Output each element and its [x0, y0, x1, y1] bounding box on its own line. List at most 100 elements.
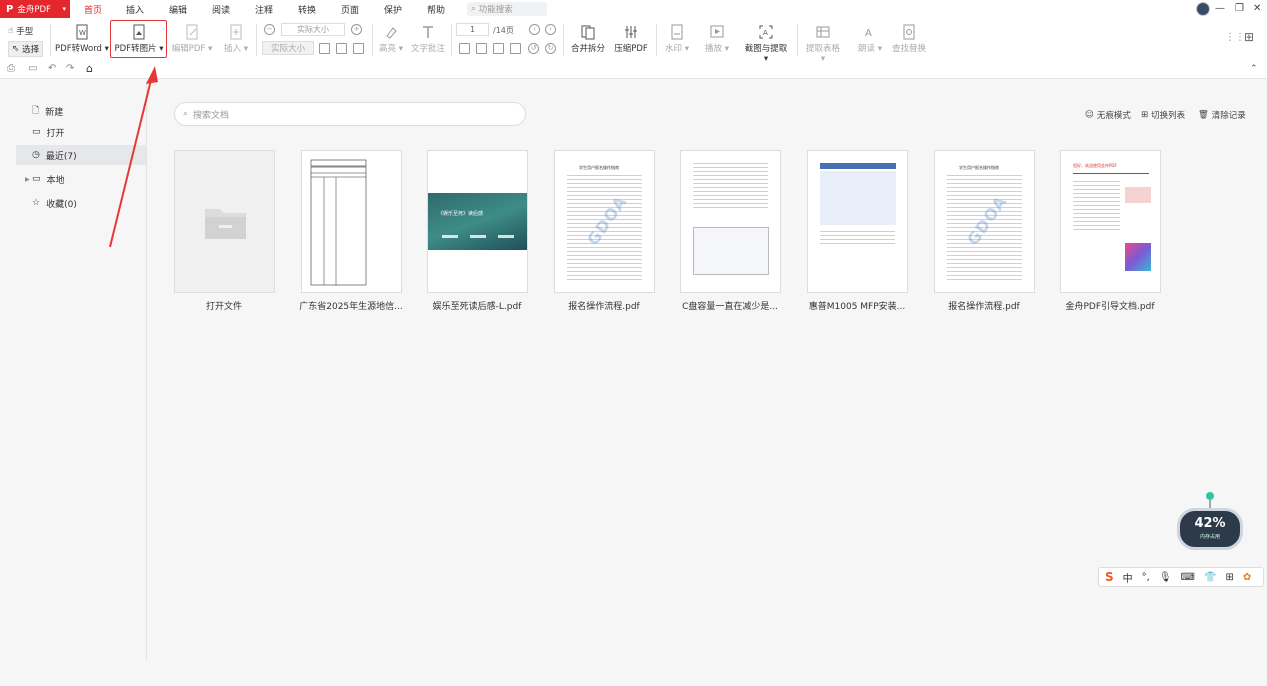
clear-history-button[interactable]: 🗑 清除记录 [1198, 109, 1246, 121]
save-icon[interactable]: ▭ [28, 63, 37, 74]
keyboard-icon[interactable]: ⌨ [1181, 572, 1195, 583]
highlight-label: 高亮 [379, 44, 397, 54]
play-button[interactable]: 播放 ▾ [703, 24, 731, 54]
memory-percent: 42% [1194, 516, 1226, 531]
menu-protect[interactable]: 保护 [384, 3, 402, 16]
microphone-icon[interactable]: 🎙 [1159, 572, 1172, 583]
image-thumbnail [1125, 187, 1151, 203]
continuous-view-icon[interactable] [510, 43, 521, 54]
sidebar-item-open[interactable]: ▭ 打开 [16, 122, 146, 142]
doc-lines-thumbnail [1073, 181, 1120, 280]
screenshot-icon: A [759, 25, 773, 39]
redo-icon[interactable]: ↷ [66, 63, 74, 74]
file-card[interactable]: 学生用户报名操作指南 GDOA [554, 150, 655, 293]
single-page-icon[interactable] [459, 43, 470, 54]
sidebar-item-new[interactable]: 🗋 新建 [16, 101, 146, 121]
ime-language[interactable]: 中 [1123, 570, 1133, 585]
cover-title: 《娱乐至死》读后感 [438, 211, 484, 217]
skin-icon[interactable]: 👕 [1204, 572, 1216, 583]
file-card[interactable] [807, 150, 908, 293]
header-bar [820, 163, 896, 169]
find-replace-button[interactable]: 查找替换 [891, 24, 927, 54]
rotate-left-icon[interactable]: ↺ [528, 43, 539, 54]
highlight-button[interactable]: 高亮 ▾ [378, 24, 404, 54]
app-menu-button[interactable]: P 金舟PDF ▾ [0, 0, 70, 18]
insert-button[interactable]: 插入 ▾ [222, 24, 250, 54]
read-aloud-button[interactable]: A 朗读 ▾ [856, 24, 884, 54]
sidebar-item-recent[interactable]: ◷ 最近(7) [16, 145, 146, 165]
ime-toolbar[interactable]: S 中 °, 🎙 ⌨ 👕 ⊞ ✿ [1098, 567, 1264, 587]
zoom-out-icon[interactable]: − [264, 24, 275, 35]
seamless-mode-button[interactable]: ☺ 无痕模式 [1085, 109, 1131, 121]
avatar[interactable] [1196, 2, 1210, 16]
text-icon [423, 26, 433, 38]
rotate-right-icon[interactable]: ↻ [545, 43, 556, 54]
text-annotation-button[interactable]: 文字批注 [409, 24, 447, 54]
restore-icon[interactable]: ❐ [1235, 3, 1244, 14]
compress-pdf-button[interactable]: 压缩PDF [612, 24, 650, 54]
search-input[interactable]: ⌕ 搜索文档 [174, 102, 526, 126]
sidebar-item-favorites[interactable]: ☆ 收藏(0) [16, 193, 146, 213]
screenshot-extract-button[interactable]: A 截图与提取 ▾ [742, 24, 790, 64]
toolbox-icon[interactable]: ⊞ [1225, 572, 1233, 583]
menu-edit[interactable]: 编辑 [169, 3, 187, 16]
pdf-to-word-button[interactable]: W PDF转Word ▾ [55, 24, 109, 54]
zoom-select[interactable]: 实际大小 [281, 23, 345, 36]
menu-help[interactable]: 帮助 [427, 3, 445, 16]
page-number-input[interactable]: 1 [456, 23, 489, 36]
file-card[interactable] [301, 150, 402, 293]
new-file-icon: 🗋 [32, 106, 40, 116]
star-icon: ☆ [32, 198, 41, 208]
select-label: 选择 [22, 45, 40, 55]
watermark-button[interactable]: 水印 ▾ [663, 24, 691, 54]
extract-table-button[interactable]: 提取表格 ▾ [804, 24, 842, 64]
app-logo-icon: P [6, 3, 14, 15]
next-page-icon[interactable]: › [545, 24, 556, 35]
minimize-icon[interactable]: — [1215, 3, 1225, 14]
fit-width-icon[interactable] [336, 43, 347, 54]
antenna-stick [1209, 499, 1211, 508]
select-tool[interactable]: ⇖ 选择 [8, 41, 44, 57]
actual-size-button[interactable]: 实际大小 [262, 41, 314, 55]
grid-apps-icon[interactable]: ⊞ [1244, 30, 1254, 44]
file-card[interactable]: 《娱乐至死》读后感 [427, 150, 528, 293]
svg-text:W: W [79, 29, 86, 37]
merge-split-button[interactable]: 合并拆分 [570, 24, 606, 54]
menu-annotate[interactable]: 注释 [255, 3, 273, 16]
sidebar-item-local[interactable]: ▶ ▭ 本地 [16, 169, 146, 189]
fit-page-icon[interactable] [319, 43, 330, 54]
mascot-icon[interactable]: ✿ [1243, 572, 1251, 583]
svg-text:A: A [865, 28, 872, 39]
hand-tool[interactable]: ☝ 手型 [8, 25, 33, 37]
edit-pdf-button[interactable]: 编辑PDF ▾ [171, 24, 213, 54]
file-card[interactable]: 学生用户报名操作指南 GDOA [934, 150, 1035, 293]
close-icon[interactable]: ✕ [1253, 3, 1261, 14]
collapse-ribbon-icon[interactable]: ⌃ [1250, 64, 1258, 74]
menu-page[interactable]: 页面 [341, 3, 359, 16]
double-page-icon[interactable] [476, 43, 487, 54]
memory-widget[interactable]: 42% 内存占用 [1173, 492, 1245, 558]
menu-read[interactable]: 阅读 [212, 3, 230, 16]
read-aloud-label: 朗读 [858, 44, 876, 54]
file-card[interactable] [680, 150, 781, 293]
undo-icon[interactable]: ↶ [48, 63, 56, 74]
menu-insert[interactable]: 插入 [126, 3, 144, 16]
book-view-icon[interactable] [493, 43, 504, 54]
find-icon [903, 24, 915, 40]
home-icon[interactable]: ⌂ [86, 62, 93, 75]
search-icon: ⌕ [183, 109, 189, 119]
punctuation-icon[interactable]: °, [1142, 572, 1150, 583]
file-card[interactable]: 您好，欢迎使用金舟PDF [1060, 150, 1161, 293]
open-file-card[interactable] [174, 150, 275, 293]
print-icon[interactable]: ⎙ [7, 63, 15, 74]
sidebar [0, 80, 147, 660]
menu-convert[interactable]: 转换 [298, 3, 316, 16]
more-options-icon[interactable]: ⋮⋮ [1225, 32, 1245, 43]
prev-page-icon[interactable]: ‹ [529, 24, 540, 35]
zoom-in-icon[interactable]: + [351, 24, 362, 35]
rotate-view-icon[interactable] [353, 43, 364, 54]
function-search[interactable]: ⌕ 功能搜索 [467, 2, 547, 16]
menu-home[interactable]: 首页 [82, 3, 104, 20]
clear-history-label: 清除记录 [1211, 111, 1246, 121]
switch-list-button[interactable]: ⊞ 切换列表 [1141, 109, 1185, 121]
